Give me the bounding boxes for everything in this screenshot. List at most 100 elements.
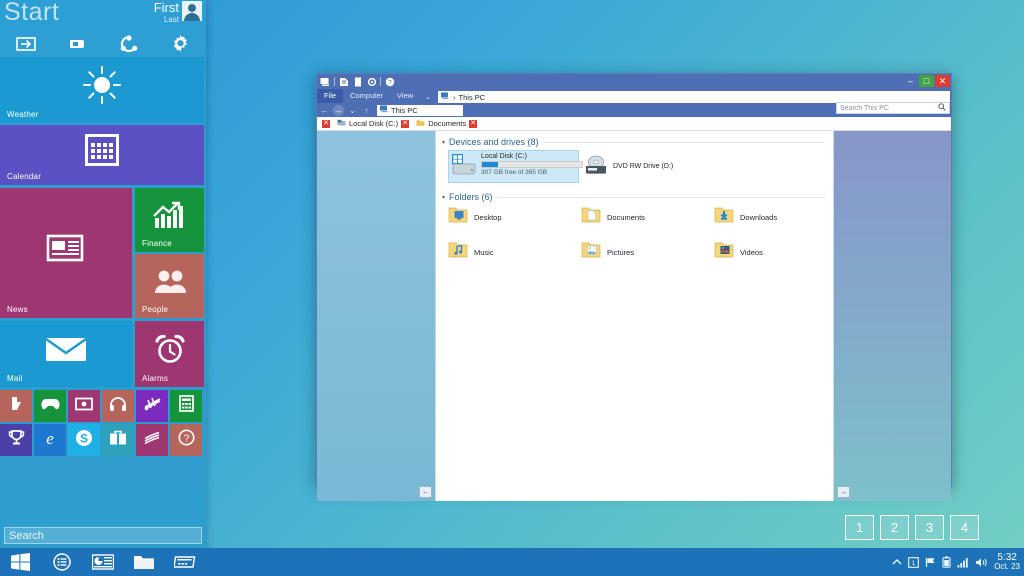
tab-this-pc[interactable]: ✕ — [320, 118, 335, 130]
media-app-button[interactable] — [173, 551, 197, 573]
tile-lists[interactable] — [136, 424, 168, 456]
start-search-input[interactable]: Search — [4, 527, 202, 544]
newspaper-icon — [0, 188, 132, 308]
close-icon[interactable]: ✕ — [322, 120, 330, 128]
svg-text:e: e — [46, 429, 54, 447]
clock[interactable]: 5:32 Oct. 23 — [994, 553, 1020, 572]
minimize-button[interactable]: – — [903, 75, 918, 87]
devices-grid: Local Disk (C:) 307 GB free of 365 GB — [448, 150, 833, 183]
ribbon-tab-computer[interactable]: Computer — [343, 89, 390, 103]
folder-documents[interactable]: Documents — [581, 206, 714, 229]
user-first-name: First — [154, 1, 179, 14]
power-icon[interactable] — [15, 33, 37, 55]
tile-achievements[interactable] — [0, 424, 32, 456]
tile-skype[interactable]: S — [68, 424, 100, 456]
share-icon[interactable] — [118, 33, 140, 55]
folders-grid: Desktop Documents Downloads — [448, 206, 833, 264]
trophy-icon — [8, 429, 25, 451]
tile-travel[interactable] — [102, 424, 134, 456]
explorer-title-bar[interactable]: ? – □ ✕ — [317, 74, 951, 89]
tile-calculator[interactable] — [170, 390, 202, 422]
tile-weather[interactable]: Weather — [0, 57, 204, 123]
customize-gear-icon[interactable] — [366, 76, 377, 87]
address-bar[interactable]: This PC — [377, 105, 463, 116]
chevron-down-icon[interactable]: ⌄ — [420, 91, 436, 103]
new-folder-icon[interactable] — [352, 76, 363, 87]
virtual-desktop-3[interactable]: 3 — [915, 515, 944, 540]
svg-text:1: 1 — [912, 560, 916, 567]
chevron-down-icon[interactable]: ▾ — [442, 194, 445, 201]
tile-news[interactable]: News — [0, 188, 132, 318]
taskbar: 1 5:32 Oct. 23 — [0, 548, 1024, 576]
tile-finance[interactable]: Finance — [135, 188, 204, 252]
tile-people[interactable]: People — [135, 254, 204, 318]
back-button[interactable]: ← — [319, 105, 330, 116]
close-button[interactable]: ✕ — [935, 75, 950, 87]
close-icon[interactable]: ✕ — [401, 120, 409, 128]
tile-label: Finance — [142, 239, 172, 248]
tile-label: Calendar — [7, 172, 41, 181]
search-icon[interactable] — [938, 103, 946, 113]
folder-downloads[interactable]: Downloads — [714, 206, 833, 229]
tile-help[interactable]: ? — [170, 424, 202, 456]
signal-bars-icon[interactable] — [957, 557, 969, 568]
drive-dvd-rw-d[interactable]: DVD RW Drive (D:) — [581, 150, 712, 183]
chevron-down-icon[interactable]: ▾ — [442, 139, 445, 146]
tile-label: Mail — [7, 374, 22, 383]
small-tiles-grid: e S ? — [0, 390, 206, 456]
details-pane-expand-button[interactable]: → — [837, 486, 850, 498]
start-button[interactable] — [9, 551, 33, 573]
presentation-app-button[interactable] — [91, 551, 115, 573]
notification-box-icon[interactable]: 1 — [908, 557, 919, 568]
section-header-folders[interactable]: ▾ Folders (6) — [442, 192, 833, 202]
up-button[interactable]: ↑ — [361, 105, 372, 116]
tab-local-disk[interactable]: Local Disk (C:) ✕ — [335, 118, 414, 130]
tile-music[interactable] — [102, 390, 134, 422]
tile-photos[interactable] — [136, 390, 168, 422]
user-avatar-icon[interactable] — [182, 1, 202, 21]
nav-pane-collapse-button[interactable]: ← — [419, 486, 432, 498]
virtual-desktop-2[interactable]: 2 — [880, 515, 909, 540]
battery-icon[interactable] — [942, 556, 951, 568]
maximize-button[interactable]: □ — [919, 75, 934, 87]
folder-music[interactable]: Music — [448, 241, 581, 264]
explorer-system-icon[interactable] — [320, 76, 331, 87]
flag-icon[interactable] — [925, 557, 936, 568]
virtual-desktop-1[interactable]: 1 — [845, 515, 874, 540]
speaker-icon[interactable] — [975, 557, 988, 568]
search-input[interactable]: Search This PC — [836, 102, 950, 114]
close-icon[interactable]: ✕ — [469, 120, 477, 128]
tile-video[interactable] — [68, 390, 100, 422]
folder-pictures[interactable]: Pictures — [581, 241, 714, 264]
tile-reading-list[interactable] — [0, 390, 32, 422]
navigation-pane[interactable]: ← — [317, 131, 436, 501]
section-rule — [543, 142, 825, 143]
help-circle-icon[interactable]: ? — [384, 76, 395, 87]
settings-gear-icon[interactable] — [169, 33, 191, 55]
recent-locations-button[interactable]: ⌄ — [347, 105, 358, 116]
file-explorer-button[interactable] — [132, 551, 156, 573]
chevron-up-icon[interactable] — [892, 558, 902, 566]
tile-mail[interactable]: Mail — [0, 321, 132, 387]
user-account[interactable]: First Last — [154, 1, 202, 24]
zoom-icon[interactable] — [66, 33, 88, 55]
qat-separator — [334, 77, 335, 86]
properties-icon[interactable] — [338, 76, 349, 87]
details-pane[interactable]: → — [833, 131, 951, 501]
ribbon-tab-view[interactable]: View — [390, 89, 420, 103]
folder-videos[interactable]: Videos — [714, 241, 833, 264]
drive-local-disk-c[interactable]: Local Disk (C:) 307 GB free of 365 GB — [448, 150, 579, 183]
tab-documents[interactable]: Documents ✕ — [414, 118, 482, 130]
tile-calendar[interactable]: Calendar — [0, 125, 204, 185]
ribbon-tab-file[interactable]: File — [317, 89, 343, 103]
forward-button[interactable]: → — [333, 105, 344, 116]
virtual-desktop-4[interactable]: 4 — [950, 515, 979, 540]
section-title: Devices and drives (8) — [449, 137, 539, 147]
tile-internet-explorer[interactable]: e — [34, 424, 66, 456]
folder-desktop[interactable]: Desktop — [448, 206, 581, 229]
task-view-button[interactable] — [50, 551, 74, 573]
section-header-devices[interactable]: ▾ Devices and drives (8) — [442, 137, 833, 147]
tile-alarms[interactable]: Alarms — [135, 321, 204, 387]
tile-xbox-games[interactable] — [34, 390, 66, 422]
file-list-content[interactable]: ▾ Devices and drives (8) Local Disk (C:) — [436, 131, 833, 501]
